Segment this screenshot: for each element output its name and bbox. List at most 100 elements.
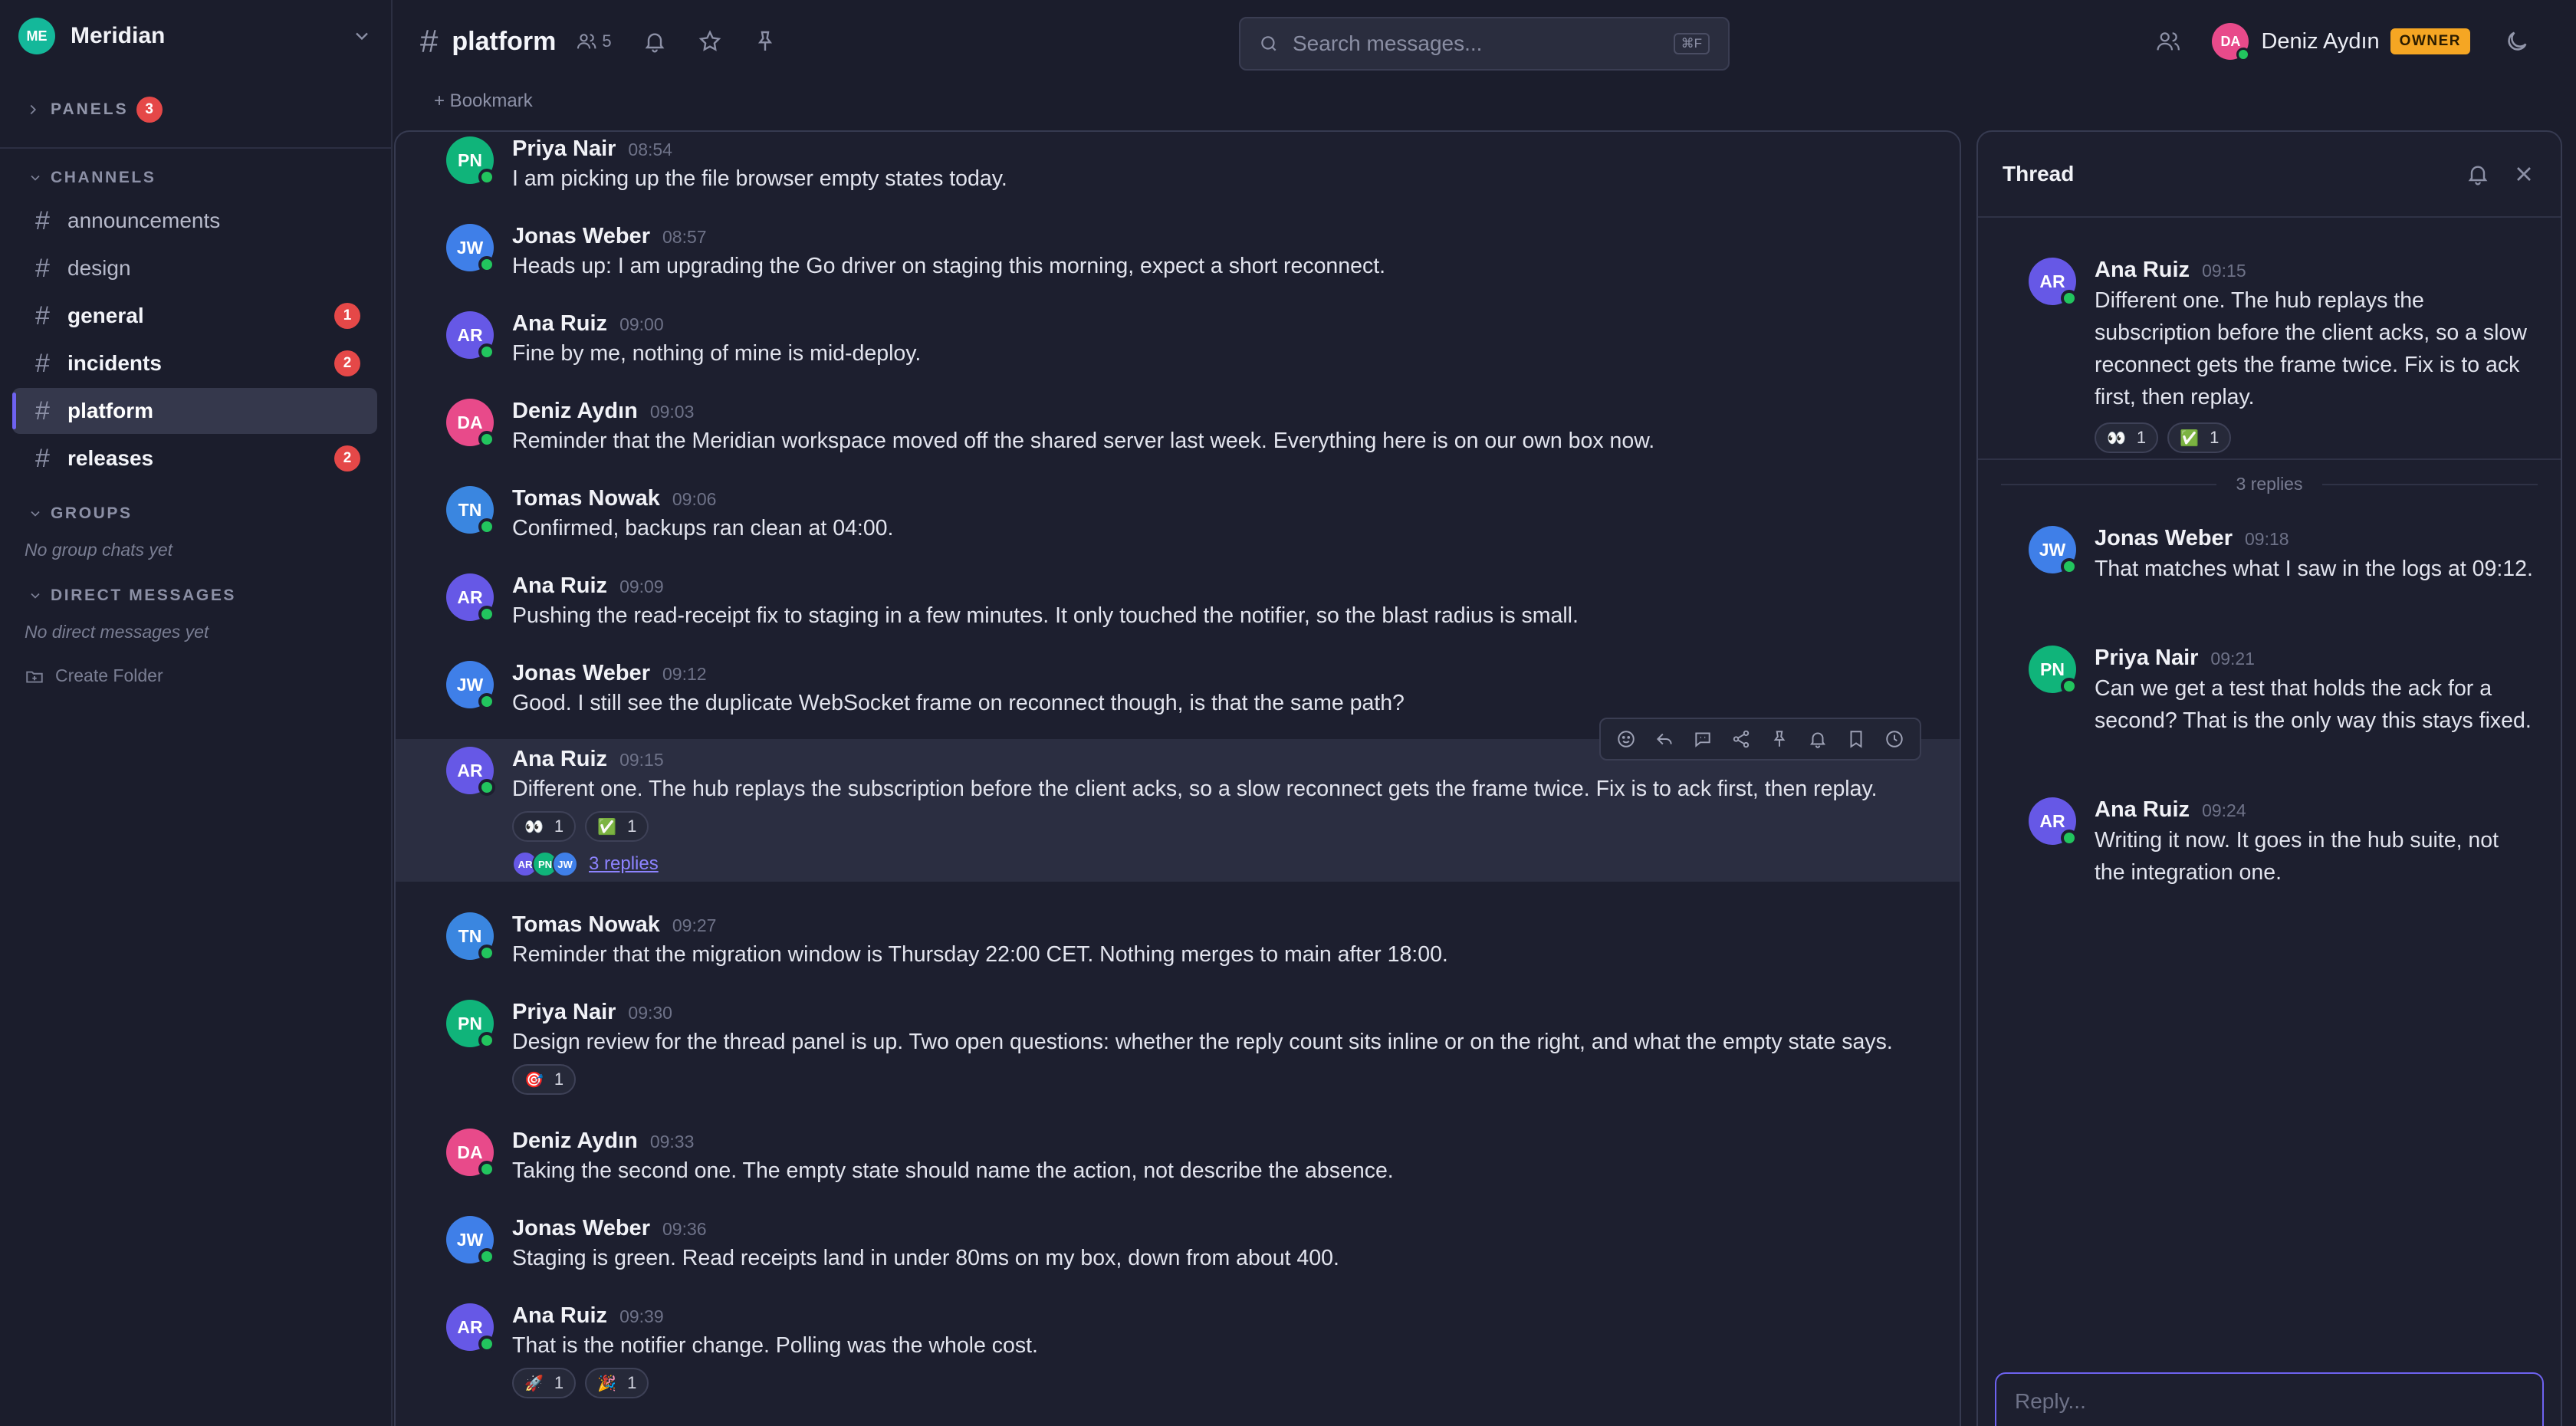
search-input[interactable]: [1293, 31, 1674, 56]
reaction-chip[interactable]: ✅ 1: [585, 811, 649, 842]
groups-section-toggle[interactable]: GROUPS: [0, 498, 391, 529]
sidebar-item-design[interactable]: # design: [12, 245, 377, 291]
groups-empty-note: No group chats yet: [25, 540, 173, 560]
chevron-down-icon[interactable]: [351, 25, 373, 47]
reaction-chip[interactable]: 🚀 1: [512, 1368, 577, 1398]
message-author[interactable]: Jonas Weber: [2095, 526, 2233, 551]
message-author[interactable]: Ana Ruiz: [2095, 797, 2190, 823]
message-author[interactable]: Tomas Nowak: [512, 486, 660, 511]
bell-icon[interactable]: [642, 29, 667, 54]
online-indicator: [478, 1161, 495, 1178]
author-avatar[interactable]: AR: [2029, 258, 2078, 307]
author-avatar[interactable]: JW: [446, 1216, 495, 1265]
message-author[interactable]: Ana Ruiz: [512, 1303, 607, 1329]
author-avatar[interactable]: TN: [446, 912, 495, 961]
message-author[interactable]: Ana Ruiz: [512, 311, 607, 337]
add-bookmark-button[interactable]: + Bookmark: [434, 90, 533, 112]
pin-icon[interactable]: [753, 29, 777, 54]
message-author[interactable]: Jonas Weber: [512, 224, 650, 249]
message-author[interactable]: Ana Ruiz: [512, 573, 607, 599]
bookmark-icon[interactable]: [1837, 729, 1875, 749]
reaction-chip[interactable]: 🎉 1: [585, 1368, 649, 1398]
sidebar-item-platform[interactable]: # platform: [12, 388, 377, 434]
thread-summary[interactable]: AR PN JW 3 replies: [512, 851, 1878, 877]
sidebar-item-incidents[interactable]: # incidents 2: [12, 340, 377, 386]
dm-section-toggle[interactable]: DIRECT MESSAGES: [0, 580, 391, 611]
reaction-chip[interactable]: 👀 1: [2095, 422, 2159, 453]
author-avatar[interactable]: JW: [446, 661, 495, 710]
message-row[interactable]: AR Ana Ruiz 09:15 Different one. The hub re…: [396, 718, 1960, 882]
author-avatar[interactable]: AR: [446, 573, 495, 623]
close-icon[interactable]: [2490, 162, 2536, 186]
channels-section-toggle[interactable]: CHANNELS: [0, 163, 391, 193]
author-avatar[interactable]: PN: [2029, 646, 2078, 695]
author-avatar[interactable]: AR: [446, 747, 495, 796]
panels-toggle[interactable]: PANELS 3: [0, 72, 391, 149]
reaction-chip[interactable]: 🎯 1: [512, 1064, 577, 1095]
search-box[interactable]: ⌘F: [1239, 17, 1730, 71]
share-icon[interactable]: [1722, 729, 1760, 749]
bell-icon[interactable]: [1799, 729, 1837, 749]
message-author[interactable]: Priya Nair: [512, 1000, 616, 1025]
thread-root-message[interactable]: AR Ana Ruiz 09:15 Different one. The hub re…: [1978, 258, 2561, 453]
author-avatar[interactable]: DA: [446, 399, 495, 448]
reaction-chip[interactable]: 👀 1: [512, 811, 577, 842]
thread-reply[interactable]: PN Priya Nair 09:21 Can we get a test that …: [1978, 646, 2561, 737]
thread-reply[interactable]: AR Ana Ruiz 09:24 Writing it now. It goes i…: [1978, 797, 2561, 889]
message-author[interactable]: Deniz Aydın: [512, 1129, 638, 1154]
sidebar-item-general[interactable]: # general 1: [12, 293, 377, 339]
author-avatar[interactable]: JW: [2029, 526, 2078, 575]
author-avatar[interactable]: DA: [446, 1129, 495, 1178]
pin-icon[interactable]: [1760, 729, 1799, 749]
message-row[interactable]: AR Ana Ruiz 09:09 Pushing the read-receipt …: [396, 573, 1960, 629]
star-icon[interactable]: [698, 29, 722, 54]
replies-link[interactable]: 3 replies: [589, 853, 659, 875]
clock-icon[interactable]: [1875, 729, 1914, 749]
thread-icon[interactable]: [1684, 729, 1722, 749]
bell-icon[interactable]: [2444, 162, 2490, 186]
reply-input[interactable]: [2015, 1389, 2524, 1414]
message-author[interactable]: Tomas Nowak: [512, 912, 660, 938]
message-time: 08:54: [628, 140, 672, 159]
message-row[interactable]: DA Deniz Aydın 09:33 Taking the second one.…: [396, 1129, 1960, 1184]
thread-reply[interactable]: JW Jonas Weber 09:18 That matches what I sa…: [1978, 526, 2561, 585]
user-name[interactable]: Deniz Aydın: [2261, 29, 2379, 54]
message-author[interactable]: Jonas Weber: [512, 1216, 650, 1241]
message-row[interactable]: JW Jonas Weber 08:57 Heads up: I am upgradi…: [396, 224, 1960, 279]
message-row[interactable]: PN Priya Nair 08:54 I am picking up the fil…: [396, 136, 1960, 192]
message-author[interactable]: Ana Ruiz: [2095, 258, 2190, 283]
author-avatar[interactable]: JW: [446, 224, 495, 273]
moon-icon[interactable]: [2504, 28, 2530, 54]
workspace-switcher[interactable]: ME Meridian: [0, 0, 391, 72]
author-avatar[interactable]: AR: [446, 311, 495, 360]
message-list[interactable]: PN Priya Nair 08:54 I am picking up the fil…: [394, 130, 1961, 1426]
author-avatar[interactable]: TN: [446, 486, 495, 535]
message-author[interactable]: Ana Ruiz: [512, 747, 607, 772]
reply-icon[interactable]: [1645, 729, 1684, 749]
message-row[interactable]: JW Jonas Weber 09:36 Staging is green. Read…: [396, 1216, 1960, 1271]
member-count-button[interactable]: 5: [576, 31, 612, 52]
message-row[interactable]: DA Deniz Aydın 09:03 Reminder that the Meri…: [396, 399, 1960, 454]
message-row[interactable]: AR Ana Ruiz 09:39 That is the notifier chan…: [396, 1303, 1960, 1398]
author-avatar[interactable]: PN: [446, 1000, 495, 1049]
create-folder-button[interactable]: Create Folder: [0, 665, 391, 686]
message-row[interactable]: JW Jonas Weber 09:12 Good. I still see the …: [396, 661, 1960, 716]
message-row[interactable]: AR Ana Ruiz 09:00 Fine by me, nothing of mi…: [396, 311, 1960, 366]
message-row[interactable]: PN Priya Nair 09:30 Design review for the t…: [396, 1000, 1960, 1095]
message-author[interactable]: Jonas Weber: [512, 661, 650, 686]
author-avatar[interactable]: AR: [2029, 797, 2078, 846]
user-avatar[interactable]: DA: [2212, 23, 2251, 61]
author-avatar[interactable]: AR: [446, 1303, 495, 1352]
sidebar-item-announcements[interactable]: # announcements: [12, 198, 377, 244]
message-row[interactable]: TN Tomas Nowak 09:27 Reminder that the migr…: [396, 912, 1960, 968]
reply-composer[interactable]: [1995, 1372, 2544, 1426]
sidebar-item-releases[interactable]: # releases 2: [12, 435, 377, 481]
message-author[interactable]: Deniz Aydın: [512, 399, 638, 424]
message-author[interactable]: Priya Nair: [512, 136, 616, 162]
author-avatar[interactable]: PN: [446, 136, 495, 186]
reaction-chip[interactable]: ✅ 1: [2167, 422, 2232, 453]
message-author[interactable]: Priya Nair: [2095, 646, 2198, 671]
add-reaction-icon[interactable]: [1607, 729, 1645, 749]
message-row[interactable]: TN Tomas Nowak 09:06 Confirmed, backups ran…: [396, 486, 1960, 541]
people-icon[interactable]: [2155, 28, 2181, 54]
